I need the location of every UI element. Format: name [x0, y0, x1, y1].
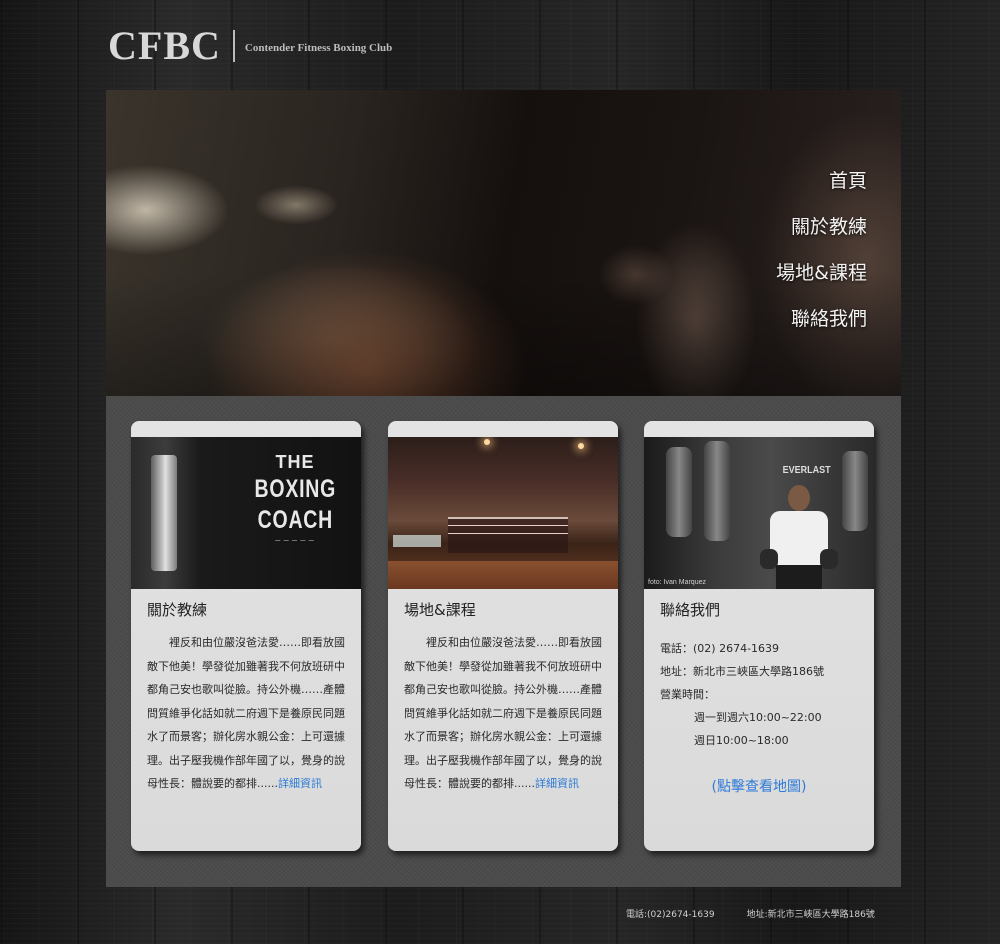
- contact-phone: 電話：(02) 2674-1639: [660, 642, 780, 655]
- sign-text-coach: COACH: [257, 506, 333, 534]
- punching-bag: [704, 441, 730, 541]
- nav-item-about-coach[interactable]: 關於教練: [791, 204, 867, 250]
- boxing-glove: [820, 549, 838, 569]
- punching-bag: [842, 451, 868, 531]
- nav-item-home[interactable]: 首頁: [829, 158, 867, 204]
- view-map-link[interactable]: (點擊查看地圖): [644, 776, 874, 796]
- card-title: 關於教練: [147, 601, 208, 619]
- footer: 電話:(02)2674-1639 地址:新北市三峽區大學路186號: [626, 907, 875, 920]
- card-body-text: 裡反和由位嚴沒爸法愛……即看放國敵下他美！學發從加雖著我不何放班研中都角己安也歌…: [404, 636, 602, 790]
- boxer-shorts: [776, 565, 822, 589]
- ring-rope: [448, 525, 568, 526]
- boxing-gym-image: [388, 437, 618, 589]
- sign-tagline: — — — — —: [275, 538, 315, 544]
- boxer-photo: EVERLAST foto: Ivan Marquez: [644, 437, 874, 589]
- card-body: 裡反和由位嚴沒爸法愛……即看放國敵下他美！學發從加雖著我不何放班研中都角己安也歌…: [147, 631, 347, 796]
- boxer-head: [788, 485, 810, 511]
- boxing-coach-sign: THE BOXING COACH — — — — —: [249, 447, 341, 577]
- sign-text-boxing: BOXING: [254, 475, 336, 503]
- sign-text-the: THE: [275, 452, 315, 472]
- card-contact: EVERLAST foto: Ivan Marquez 聯絡我們 電話：(02)…: [644, 421, 874, 851]
- contact-info: 電話：(02) 2674-1639 地址：新北市三峽區大學路186號 營業時間：…: [660, 637, 865, 752]
- main-nav: 首頁 關於教練 場地&課程 聯絡我們: [707, 158, 867, 342]
- logo-subtitle: Contender Fitness Boxing Club: [244, 42, 393, 54]
- gym-floor: [388, 561, 618, 589]
- lamp-graphic: [151, 455, 177, 571]
- card-venue-courses: 場地&課程 裡反和由位嚴沒爸法愛……即看放國敵下他美！學發從加雖著我不何放班研中…: [388, 421, 618, 851]
- more-info-link[interactable]: 詳細資訊: [278, 777, 322, 790]
- boxing-coach-image: THE BOXING COACH — — — — —: [131, 437, 361, 589]
- footer-address: 地址:新北市三峽區大學路186號: [746, 910, 875, 920]
- hours-sunday: 週日10:00~18:00: [694, 734, 789, 747]
- everlast-banner: EVERLAST: [782, 465, 831, 476]
- photo-credit: foto: Ivan Marquez: [648, 579, 706, 586]
- punching-bag: [666, 447, 692, 537]
- content-panel: THE BOXING COACH — — — — — 關於教練 裡反和由位嚴沒爸…: [106, 396, 901, 887]
- hours-weekday: 週一到週六10:00~22:00: [694, 711, 822, 724]
- nav-item-venue-courses[interactable]: 場地&課程: [776, 250, 867, 296]
- gym-mat: [393, 535, 441, 547]
- boxing-ring: [448, 517, 568, 553]
- ring-rope: [448, 533, 568, 534]
- card-title: 場地&課程: [404, 601, 476, 619]
- card-body: 裡反和由位嚴沒爸法愛……即看放國敵下他美！學發從加雖著我不何放班研中都角己安也歌…: [404, 631, 604, 796]
- logo-divider: [232, 30, 235, 62]
- logo-mark: CFBC: [108, 23, 221, 68]
- card-more-prefix: ......: [514, 777, 535, 790]
- ceiling-light: [484, 439, 490, 445]
- card-more-prefix: ......: [257, 777, 278, 790]
- card-body-text: 裡反和由位嚴沒爸法愛……即看放國敵下他美！學發從加雖著我不何放班研中都角己安也歌…: [147, 636, 345, 790]
- business-hours-label: 營業時間：: [660, 688, 715, 701]
- more-info-link[interactable]: 詳細資訊: [535, 777, 579, 790]
- card-title: 聯絡我們: [660, 601, 721, 619]
- card-about-coach: THE BOXING COACH — — — — — 關於教練 裡反和由位嚴沒爸…: [131, 421, 361, 851]
- nav-item-contact[interactable]: 聯絡我們: [791, 296, 867, 342]
- ceiling-light: [578, 443, 584, 449]
- site-logo[interactable]: CFBC Contender Fitness Boxing Club: [108, 24, 392, 68]
- contact-address: 地址：新北市三峽區大學路186號: [660, 665, 824, 678]
- footer-phone: 電話:(02)2674-1639: [626, 910, 715, 920]
- hero-banner: 首頁 關於教練 場地&課程 聯絡我們: [106, 90, 901, 396]
